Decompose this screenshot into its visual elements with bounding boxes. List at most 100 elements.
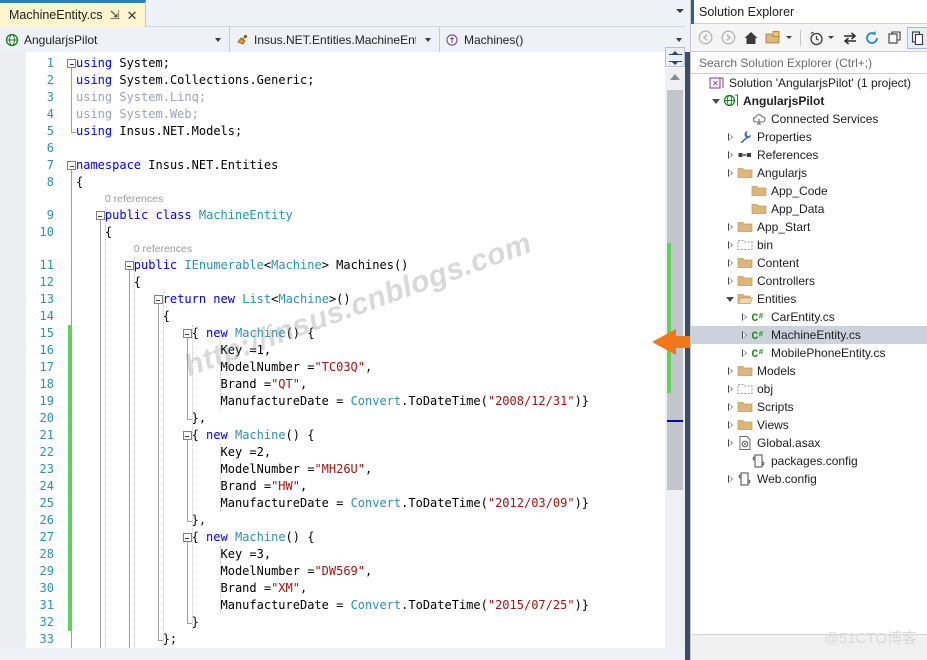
line-number: 5	[46, 124, 54, 138]
chevron-right-icon[interactable]	[723, 128, 737, 146]
code-text: Key =2,	[220, 445, 272, 459]
chevron-right-icon[interactable]	[723, 380, 737, 398]
chevron-down-icon[interactable]	[723, 290, 737, 308]
chevron-down-icon[interactable]	[215, 37, 221, 42]
tree-item-machineentity-cs[interactable]: C # MachineEntity.cs	[691, 326, 927, 344]
code-editor-surface[interactable]: 1 using System; 2 using System.Collections.…	[0, 52, 690, 660]
tree-item-scripts[interactable]: Scripts	[691, 398, 927, 416]
line-number: 6	[46, 141, 54, 155]
chevron-right-icon[interactable]	[723, 398, 737, 416]
chevron-right-icon[interactable]	[723, 362, 737, 380]
tab-machineentity-cs[interactable]: MachineEntity.cs ⇲ ✕	[0, 0, 146, 27]
line-number: 24	[39, 479, 54, 493]
tree-item-solution-angularjspilot-1-project[interactable]: ✕ Solution 'AngularjsPilot' (1 project)	[691, 74, 927, 92]
code-text: };	[76, 632, 178, 646]
forward-icon[interactable]	[718, 27, 739, 49]
chevron-right-icon[interactable]	[737, 308, 751, 326]
tree-item-app-data[interactable]: App_Data	[691, 200, 927, 218]
chevron-down-icon[interactable]	[425, 37, 431, 42]
chevron-right-icon[interactable]	[723, 272, 737, 290]
code-line: 10 {	[0, 224, 690, 241]
solution-explorer-panel: Solution Explorer Search Solution Explor…	[690, 0, 927, 660]
chevron-right-icon[interactable]	[737, 344, 751, 362]
nav-dropdown-type[interactable]: Insus.NET.Entities.MachineEntity	[230, 27, 440, 52]
solution-tree[interactable]: ✕ Solution 'AngularjsPilot' (1 project) An…	[691, 74, 927, 634]
properties-icon[interactable]	[907, 26, 927, 49]
folder-icon	[737, 165, 753, 181]
tree-item-properties[interactable]: Properties	[691, 128, 927, 146]
code-text: Brand ="XM",	[220, 581, 308, 595]
home-icon[interactable]	[740, 27, 761, 49]
nav-dropdown-project[interactable]: AngularjsPilot	[0, 27, 230, 52]
panel-title: Solution Explorer	[699, 4, 795, 19]
editor-tab-strip: MachineEntity.cs ⇲ ✕	[0, 0, 690, 27]
tree-item-global-asax[interactable]: Global.asax	[691, 434, 927, 452]
code-line: 14 {	[0, 308, 690, 325]
split-view-button[interactable]	[665, 47, 685, 67]
chevron-right-icon[interactable]	[723, 218, 737, 236]
sync-icon[interactable]	[839, 27, 860, 49]
chevron-down-icon[interactable]	[676, 9, 684, 13]
chevron-right-icon[interactable]	[723, 164, 737, 182]
close-icon[interactable]: ✕	[127, 9, 138, 22]
tree-item-angularjs[interactable]: Angularjs	[691, 164, 927, 182]
visual-studio-window: MachineEntity.cs ⇲ ✕ AngularjsPilot Insu…	[0, 0, 927, 660]
tree-item-entities[interactable]: Entities	[691, 290, 927, 308]
code-line: 20 },	[0, 410, 690, 427]
tree-item-mobilephoneentity-cs[interactable]: C # MobilePhoneEntity.cs	[691, 344, 927, 362]
chevron-down-icon[interactable]	[709, 92, 723, 110]
tree-item-models[interactable]: Models	[691, 362, 927, 380]
tree-item-bin[interactable]: bin	[691, 236, 927, 254]
vertical-scrollbar[interactable]	[665, 68, 685, 648]
tree-item-references[interactable]: References	[691, 146, 927, 164]
search-input[interactable]	[697, 54, 922, 71]
code-line: 27 { new Machine() {	[0, 529, 690, 546]
pin-icon[interactable]: ⇲	[110, 9, 120, 21]
tree-item-web-config[interactable]: Web.config	[691, 470, 927, 488]
tree-item-views[interactable]: Views	[691, 416, 927, 434]
tree-item-app-start[interactable]: App_Start	[691, 218, 927, 236]
chevron-right-icon[interactable]	[723, 470, 737, 488]
tree-item-controllers[interactable]: Controllers	[691, 272, 927, 290]
search-solution-explorer-field[interactable]	[691, 52, 927, 74]
chevron-right-icon[interactable]	[723, 254, 737, 272]
pending-changes-dropdown-icon[interactable]	[828, 36, 835, 39]
back-icon[interactable]	[695, 27, 716, 49]
tree-item-app-code[interactable]: App_Code	[691, 182, 927, 200]
code-line: 22 Key =2,	[0, 444, 690, 461]
pending-changes-icon[interactable]	[806, 27, 827, 49]
code-text: using System.Collections.Generic;	[76, 73, 315, 87]
code-text: },	[76, 411, 207, 425]
chevron-right-icon[interactable]	[723, 236, 737, 254]
code-line: 16 Key =1,	[0, 342, 690, 359]
line-number: 30	[39, 581, 54, 595]
codelens-references[interactable]: 0 references	[105, 191, 163, 207]
line-number: 22	[39, 445, 54, 459]
tab-title: MachineEntity.cs	[9, 8, 103, 22]
chevron-right-icon[interactable]	[737, 326, 751, 344]
tree-item-obj[interactable]: obj	[691, 380, 927, 398]
nav-type-label: Insus.NET.Entities.MachineEntity	[254, 32, 416, 47]
collapse-all-icon[interactable]	[885, 27, 906, 49]
nav-dropdown-member[interactable]: Machines()	[440, 27, 690, 52]
tree-item-packages-config[interactable]: packages.config	[691, 452, 927, 470]
tree-item-carentity-cs[interactable]: C # CarEntity.cs	[691, 308, 927, 326]
chevron-right-icon[interactable]	[723, 416, 737, 434]
chevron-right-icon[interactable]	[723, 434, 737, 452]
solution-explorer-bottom-strip	[691, 634, 927, 660]
tree-item-label: obj	[757, 382, 774, 396]
chevron-down-icon[interactable]	[676, 37, 682, 42]
new-folder-icon[interactable]	[763, 27, 784, 49]
tree-item-label: Entities	[757, 292, 797, 306]
tree-item-connected-services[interactable]: Connected Services	[691, 110, 927, 128]
solution-explorer-title-bar[interactable]: Solution Explorer	[691, 0, 927, 24]
scroll-up-arrow-icon[interactable]	[670, 74, 680, 80]
new-folder-dropdown-icon[interactable]	[785, 36, 792, 39]
chevron-right-icon[interactable]	[723, 146, 737, 164]
tree-item-content[interactable]: Content	[691, 254, 927, 272]
refresh-icon[interactable]	[862, 27, 883, 49]
code-line: 4 using System.Web;	[0, 106, 690, 123]
tree-item-angularjspilot[interactable]: AngularjsPilot	[691, 92, 927, 110]
codelens-references[interactable]: 0 references	[134, 241, 192, 257]
tree-item-label: Content	[757, 256, 800, 270]
